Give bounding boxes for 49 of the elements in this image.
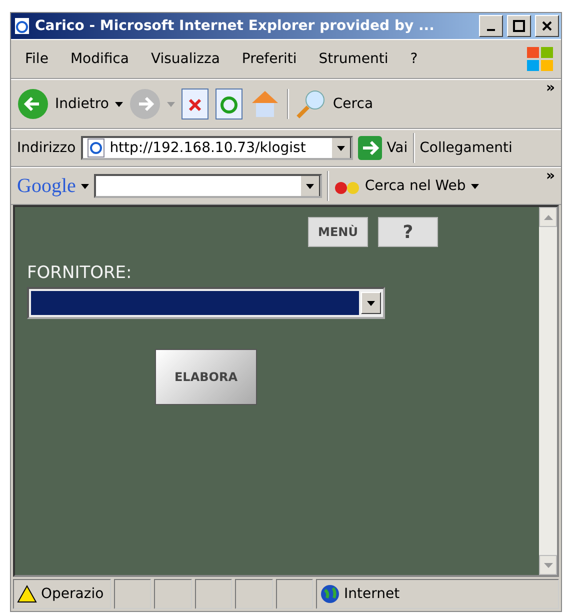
menu-item[interactable]: Strumenti bbox=[310, 51, 396, 67]
more-chevron[interactable]: » bbox=[546, 80, 555, 96]
go-button-label[interactable]: Vai bbox=[386, 140, 408, 156]
caret-icon[interactable] bbox=[336, 146, 345, 150]
stop-icon[interactable] bbox=[180, 88, 209, 120]
minimize-icon bbox=[487, 29, 495, 31]
globe-icon bbox=[320, 584, 340, 604]
links-button[interactable]: Collegamenti bbox=[420, 140, 512, 156]
menu-item[interactable]: ? bbox=[402, 51, 426, 67]
close-button[interactable] bbox=[535, 15, 559, 37]
back-button-label[interactable]: Indietro bbox=[55, 96, 109, 112]
window-title: Carico - Microsoft Internet Explorer provided by ... bbox=[35, 18, 436, 34]
status-panel bbox=[154, 579, 192, 609]
status-panel bbox=[194, 579, 232, 609]
supplier-select[interactable] bbox=[27, 287, 385, 319]
warning-icon bbox=[17, 584, 37, 604]
search-field[interactable] bbox=[94, 174, 322, 198]
process-button[interactable]: ELABORA bbox=[155, 349, 257, 405]
menu-item[interactable]: Modifica bbox=[62, 51, 137, 67]
back-icon[interactable] bbox=[17, 88, 49, 120]
caret-icon[interactable] bbox=[80, 184, 89, 188]
search-button-label[interactable]: Cerca bbox=[332, 96, 374, 112]
dropdown-button[interactable] bbox=[300, 176, 320, 196]
caret-icon[interactable] bbox=[114, 102, 123, 106]
maximize-button[interactable] bbox=[507, 15, 531, 37]
search-web-button[interactable]: Cerca nel Web bbox=[364, 178, 466, 194]
menu-item[interactable]: Preferiti bbox=[234, 51, 305, 67]
minimize-button[interactable] bbox=[479, 15, 503, 37]
status-panel bbox=[276, 579, 313, 609]
close-icon bbox=[542, 21, 552, 31]
google-logo[interactable]: Google bbox=[17, 174, 76, 198]
caret-icon[interactable] bbox=[470, 184, 479, 188]
status-panel bbox=[114, 579, 152, 609]
supplier-label: FORNITORE: bbox=[27, 263, 133, 283]
status-message: Operazio bbox=[41, 586, 104, 602]
address-label: Indirizzo bbox=[17, 140, 76, 156]
caret-icon[interactable] bbox=[306, 184, 314, 188]
dropdown-button[interactable] bbox=[330, 138, 351, 158]
status-panel bbox=[235, 579, 273, 609]
windows-logo-icon bbox=[525, 45, 555, 73]
security-zone: Internet bbox=[344, 586, 400, 602]
menu-item[interactable]: Visualizza bbox=[142, 51, 228, 67]
more-chevron[interactable]: » bbox=[546, 168, 555, 184]
menu-button[interactable]: MENÙ bbox=[308, 217, 368, 247]
maximize-icon bbox=[513, 20, 525, 32]
browser-icon bbox=[13, 17, 31, 35]
menu-item[interactable]: File bbox=[17, 51, 56, 67]
help-button[interactable]: ? bbox=[378, 217, 438, 247]
caret-icon[interactable] bbox=[367, 300, 375, 306]
